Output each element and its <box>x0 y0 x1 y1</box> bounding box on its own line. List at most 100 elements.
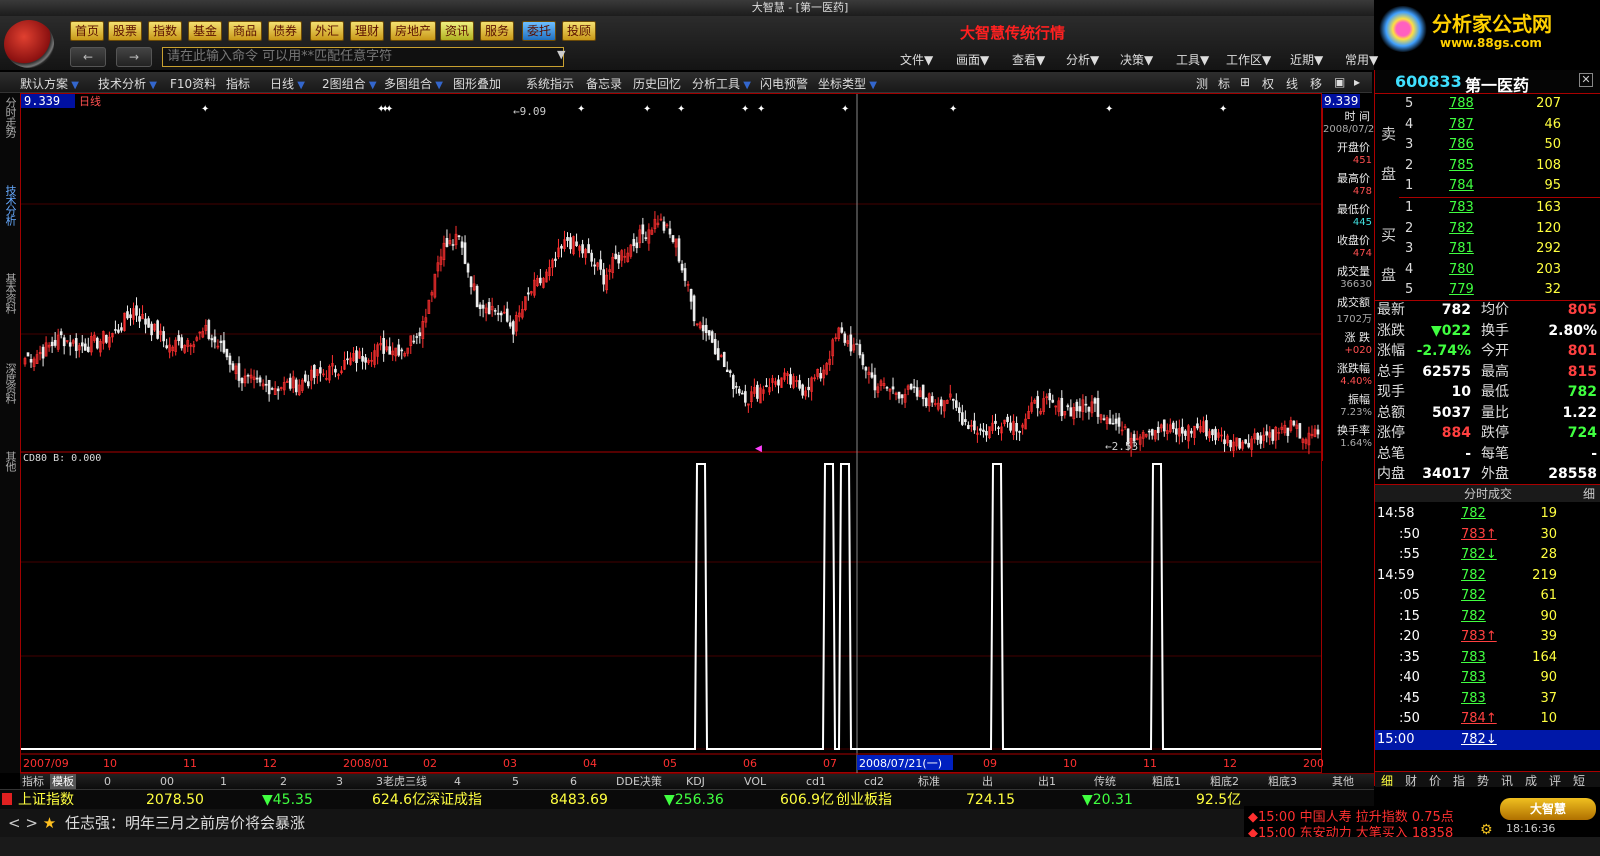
nav-button-8[interactable]: 房地产 <box>390 21 437 41</box>
indicator-tab-2[interactable]: 0 <box>104 774 111 789</box>
prev-news-icon[interactable]: < <box>8 814 21 832</box>
indicator-tab-3[interactable]: 00 <box>160 774 174 789</box>
toolbar-item-8[interactable]: 系统指示 <box>526 75 574 92</box>
indicator-tab-23[interactable]: 其他 <box>1332 774 1354 789</box>
command-input[interactable]: 请在此输入命令 可以用**匹配任意字符 <box>162 47 564 67</box>
toolbar-item-4[interactable]: 日线 ▼ <box>270 75 305 92</box>
toolbar-item-5[interactable]: 2图组合 ▼ <box>322 75 377 92</box>
menu-item-7[interactable]: 近期▼ <box>1290 51 1323 68</box>
ticker-item-11[interactable]: 92.5亿 <box>1196 790 1241 810</box>
toolbar-item-7[interactable]: 图形叠加 <box>453 75 501 92</box>
toolbar-right-4[interactable]: 移 <box>1310 75 1322 92</box>
nav-button-10[interactable]: 服务 <box>480 21 515 41</box>
back-button[interactable]: ← <box>70 47 106 67</box>
toolbar-right-1[interactable]: 标 <box>1218 75 1230 92</box>
menu-item-1[interactable]: 画面▼ <box>956 51 989 68</box>
toolbar-item-3[interactable]: 指标 <box>226 75 250 92</box>
quote-tab-0[interactable]: 细 <box>1381 772 1393 789</box>
menu-item-5[interactable]: 工具▼ <box>1176 51 1209 68</box>
indicator-tab-17[interactable]: 出 <box>982 774 993 789</box>
nav-button-4[interactable]: 商品 <box>228 21 263 41</box>
nav-button-0[interactable]: 首页 <box>70 21 105 41</box>
ticks-switch[interactable]: 细 <box>1583 485 1595 503</box>
toolbar-item-11[interactable]: 分析工具 ▼ <box>692 75 751 92</box>
news-ticker[interactable]: < > ★ 任志强：明年三月之前房价将会暴涨 <box>0 809 1374 837</box>
app-logo[interactable] <box>4 20 54 68</box>
quote-tab-8[interactable]: 短 <box>1573 772 1585 789</box>
nav-button-3[interactable]: 基金 <box>188 21 223 41</box>
ticker-item-9[interactable]: 724.15 <box>966 790 1015 810</box>
toolbar-item-13[interactable]: 坐标类型 ▼ <box>818 75 877 92</box>
ticker-item-3[interactable]: 624.6亿 <box>372 790 426 810</box>
indicator-tab-0[interactable]: 指标 <box>22 774 44 789</box>
quote-tab-1[interactable]: 财 <box>1405 772 1417 789</box>
close-icon[interactable]: ✕ <box>1579 73 1593 87</box>
menu-item-0[interactable]: 文件▼ <box>900 51 933 68</box>
nav-button-12[interactable]: 投顾 <box>562 21 597 41</box>
quote-tab-2[interactable]: 价 <box>1429 772 1441 789</box>
nav-button-11[interactable]: 委托 <box>522 21 557 41</box>
indicator-tab-1[interactable]: 模板 <box>50 774 76 789</box>
ticker-item-4[interactable]: 深证成指 <box>426 790 482 810</box>
indicator-tab-21[interactable]: 粗底2 <box>1210 774 1239 789</box>
indicator-tab-5[interactable]: 2 <box>280 774 287 789</box>
indicator-tab-10[interactable]: 6 <box>570 774 577 789</box>
next-news-icon[interactable]: > <box>25 814 38 832</box>
toolbar-item-0[interactable]: 默认方案 ▼ <box>20 75 79 92</box>
nav-button-7[interactable]: 理财 <box>350 21 385 41</box>
indicator-tab-12[interactable]: KDJ <box>686 774 705 789</box>
menu-item-8[interactable]: 常用▼ <box>1345 51 1378 68</box>
nav-button-1[interactable]: 股票 <box>108 21 143 41</box>
nav-button-9[interactable]: 资讯 <box>440 21 475 41</box>
window-icon[interactable]: ▣ <box>1334 75 1345 89</box>
quote-tab-7[interactable]: 评 <box>1549 772 1561 789</box>
indicator-tab-19[interactable]: 传统 <box>1094 774 1116 789</box>
left-tab-4[interactable]: 其他 <box>2 451 18 471</box>
ticker-item-0[interactable]: 上证指数 <box>18 790 74 810</box>
toolbar-item-2[interactable]: F10资料 <box>170 75 216 92</box>
ticker-item-2[interactable]: ▼45.35 <box>262 790 313 810</box>
indicator-tab-15[interactable]: cd2 <box>864 774 884 789</box>
indicator-tab-20[interactable]: 粗底1 <box>1152 774 1181 789</box>
menu-item-4[interactable]: 决策▼ <box>1120 51 1153 68</box>
nav-button-2[interactable]: 指数 <box>148 21 183 41</box>
toolbar-item-9[interactable]: 备忘录 <box>586 75 622 92</box>
left-tab-3[interactable]: 深度资料 <box>2 363 18 403</box>
menu-item-6[interactable]: 工作区▼ <box>1226 51 1271 68</box>
ticker-item-1[interactable]: 2078.50 <box>146 790 204 810</box>
quote-tab-3[interactable]: 指 <box>1453 772 1465 789</box>
quote-tab-6[interactable]: 成 <box>1525 772 1537 789</box>
nav-button-6[interactable]: 外汇 <box>310 21 345 41</box>
ticker-item-5[interactable]: 8483.69 <box>550 790 608 810</box>
toolbar-right-3[interactable]: 线 <box>1286 75 1298 92</box>
toolbar-item-6[interactable]: 多图组合 ▼ <box>384 75 443 92</box>
toolbar-right-2[interactable]: 权 <box>1262 75 1274 92</box>
indicator-tab-4[interactable]: 1 <box>220 774 227 789</box>
indicator-tab-22[interactable]: 粗底3 <box>1268 774 1297 789</box>
ticker-item-8[interactable]: 创业板指 <box>836 790 892 810</box>
nav-button-5[interactable]: 债券 <box>268 21 303 41</box>
indicator-tab-18[interactable]: 出1 <box>1038 774 1056 789</box>
indicator-tab-9[interactable]: 5 <box>512 774 519 789</box>
toolbar-item-10[interactable]: 历史回忆 <box>633 75 681 92</box>
menu-item-3[interactable]: 分析▼ <box>1066 51 1099 68</box>
kline-chart[interactable]: 9.339 日线 ←9.09 ←2.53 ✦ ✦ ✦ ✦ ✦ ✦ ✦ ✦ ✦ ✦ ✦ ✦ ✦ ◀ CD80 B: 0… <box>20 93 1373 774</box>
toolbar-right-0[interactable]: 测 <box>1196 75 1208 92</box>
toolbar-item-1[interactable]: 技术分析 ▼ <box>98 75 157 92</box>
indicator-tab-14[interactable]: cd1 <box>806 774 826 789</box>
indicator-tab-6[interactable]: 3 <box>336 774 343 789</box>
indicator-tab-13[interactable]: VOL <box>744 774 766 789</box>
left-tab-0[interactable]: 分时走势 <box>2 97 18 137</box>
forward-button[interactable]: → <box>116 47 152 67</box>
left-tab-2[interactable]: 基本资料 <box>2 273 18 313</box>
ticker-item-10[interactable]: ▼20.31 <box>1082 790 1133 810</box>
settings-icon[interactable]: ⚙ <box>1480 822 1493 838</box>
indicator-tab-11[interactable]: DDE决策 <box>616 774 662 789</box>
left-tab-1[interactable]: 技术分析 <box>2 185 18 225</box>
grid-icon[interactable]: ⊞ <box>1240 75 1250 89</box>
toolbar-item-12[interactable]: 闪电预警 <box>760 75 808 92</box>
quote-tab-4[interactable]: 势 <box>1477 772 1489 789</box>
indicator-tab-16[interactable]: 标准 <box>918 774 940 789</box>
indicator-tab-8[interactable]: 4 <box>454 774 461 789</box>
indicator-tab-7[interactable]: 3老虎三线 <box>376 774 427 789</box>
